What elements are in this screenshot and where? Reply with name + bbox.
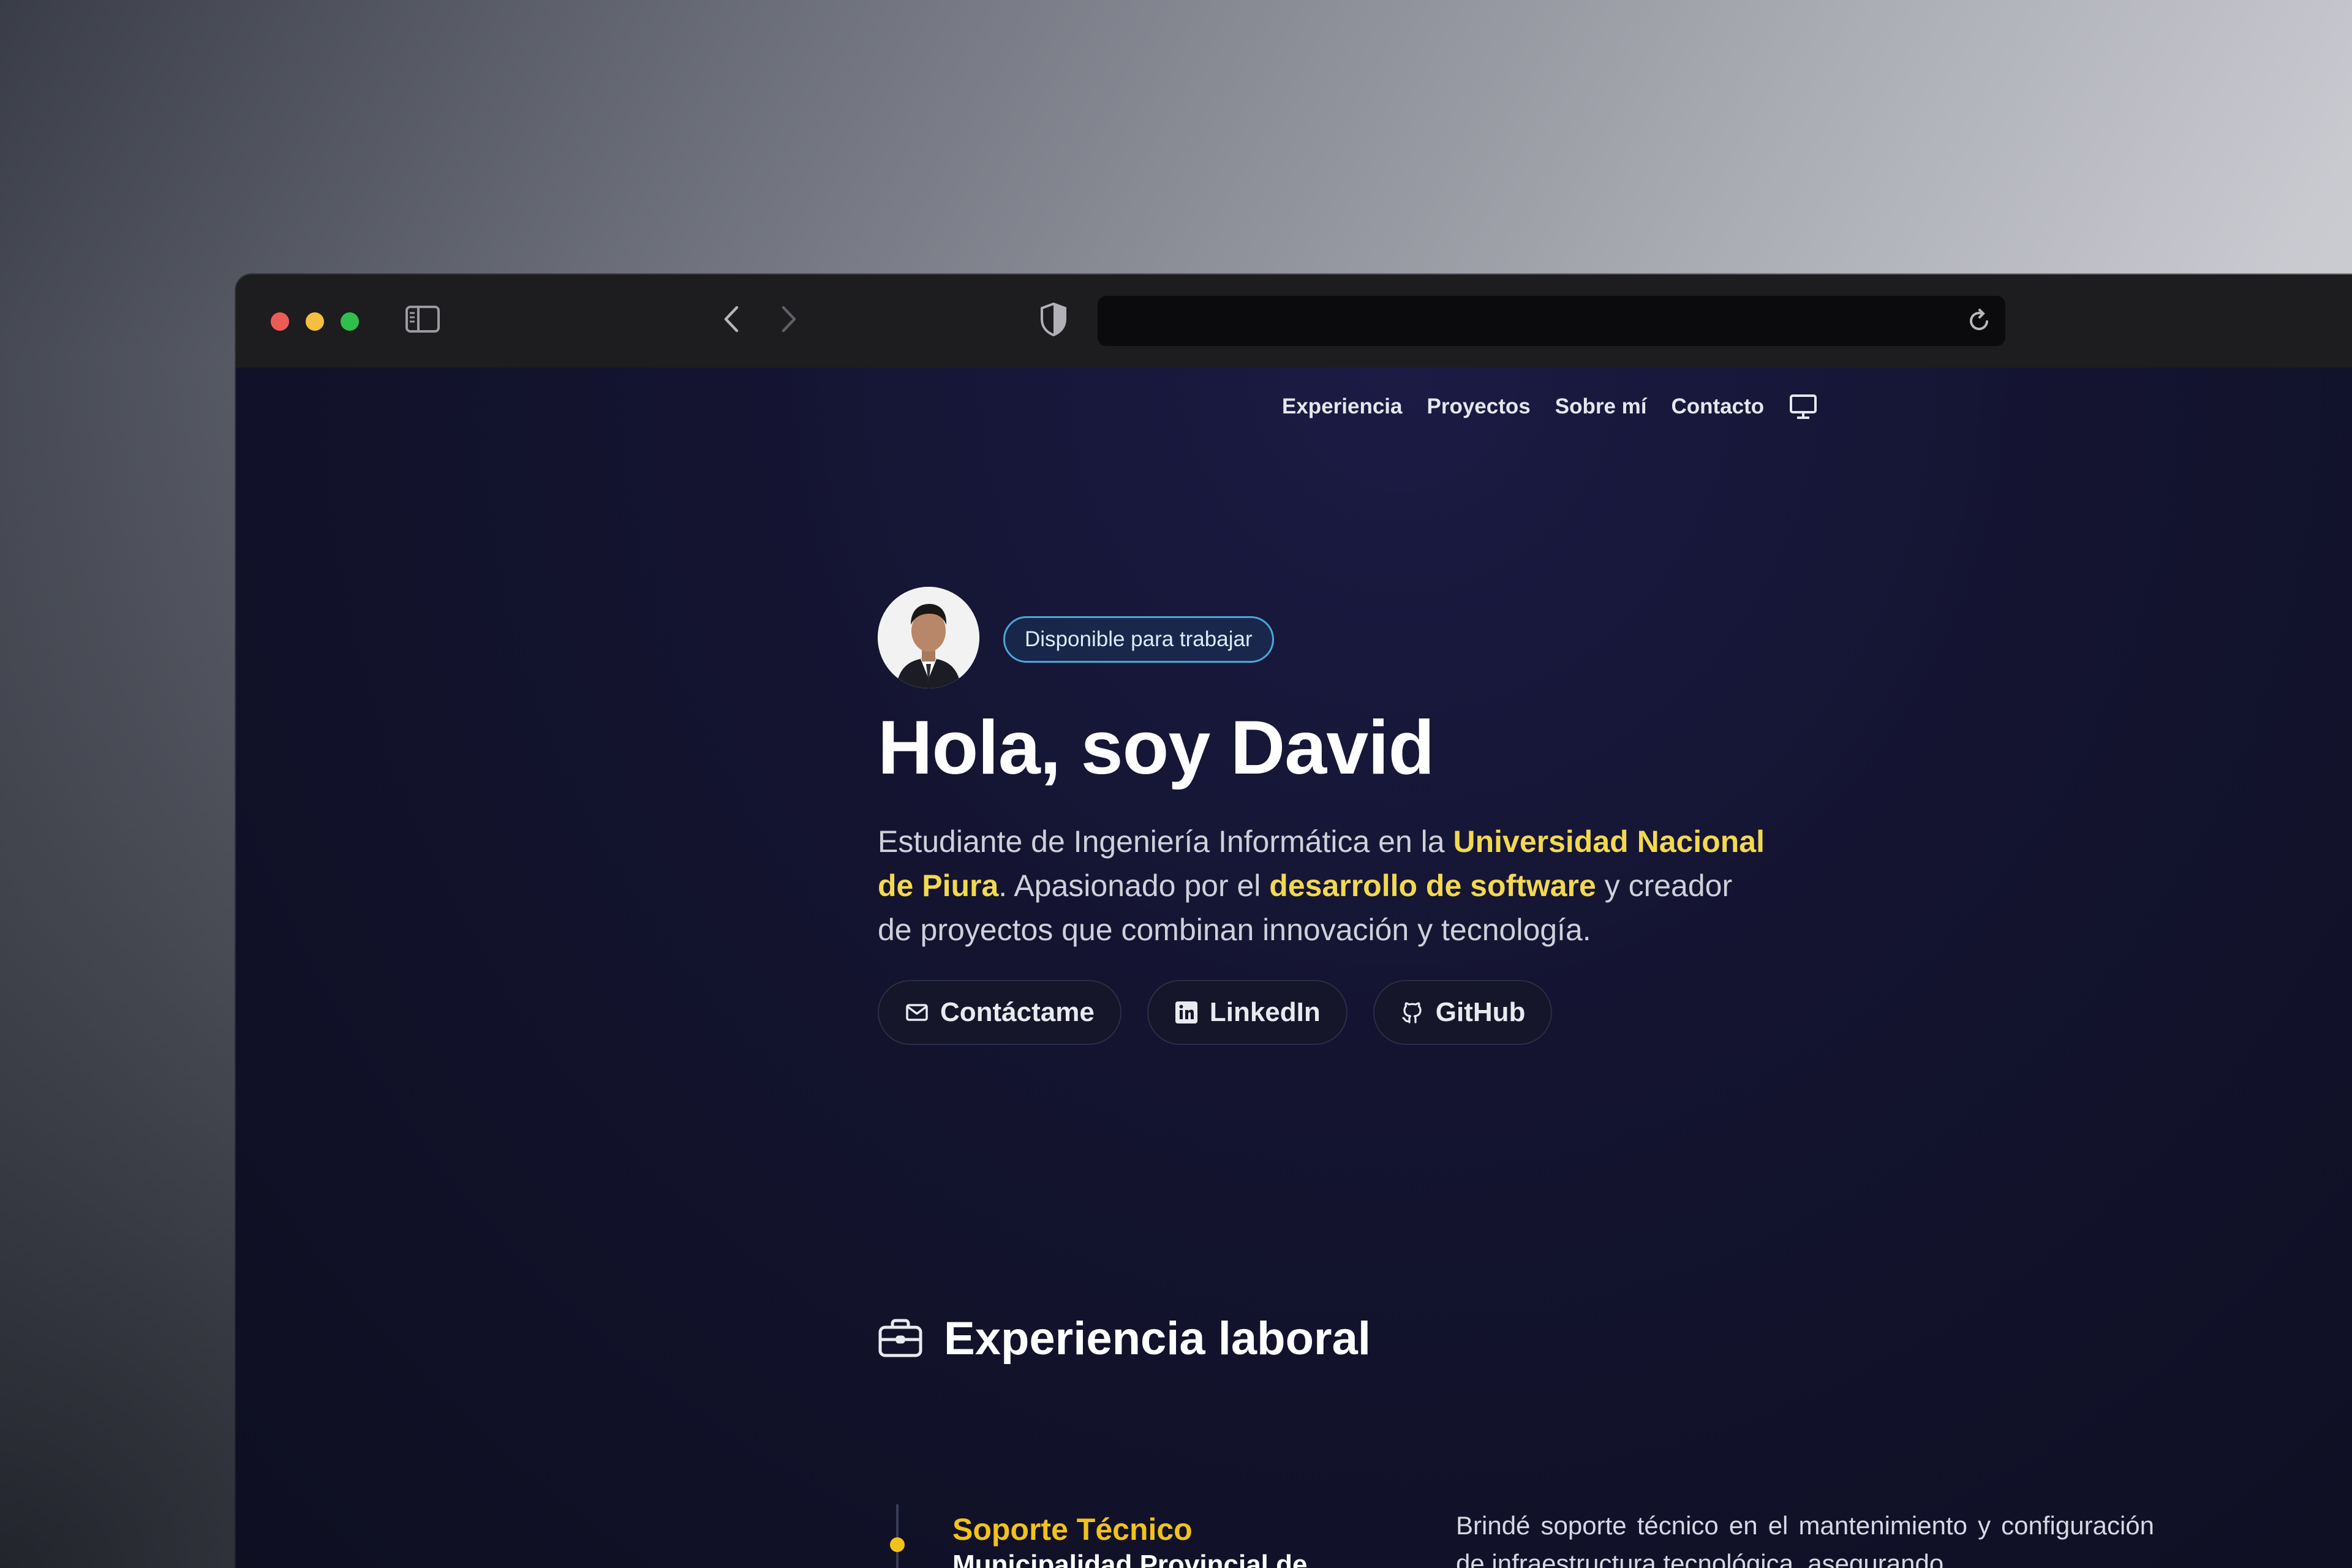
forward-icon[interactable]: [776, 304, 801, 334]
briefcase-icon: [878, 1319, 922, 1357]
monitor-icon[interactable]: [1789, 393, 1818, 420]
nav-item-contacto[interactable]: Contacto: [1672, 394, 1765, 419]
hero-title: Hola, soy David: [878, 706, 1434, 790]
intro-text-1: Estudiante de Ingeniería Informática en …: [878, 824, 1453, 859]
experience-heading-text: Experiencia laboral: [944, 1312, 1371, 1365]
minimize-window-button[interactable]: [306, 312, 324, 331]
job-title: Soporte Técnico: [952, 1512, 1193, 1547]
back-icon[interactable]: [720, 304, 744, 334]
timeline-dot: [890, 1537, 905, 1552]
address-bar[interactable]: [1098, 296, 2005, 346]
nav-item-proyectos[interactable]: Proyectos: [1427, 394, 1531, 419]
browser-toolbar: [236, 274, 2352, 368]
job-company: Municipalidad Provincial de: [952, 1550, 1308, 1568]
availability-badge: Disponible para trabajar: [1003, 616, 1274, 663]
linkedin-icon: [1175, 1001, 1197, 1023]
reload-icon[interactable]: [1967, 308, 1992, 334]
github-icon: [1402, 1002, 1422, 1023]
nav-item-sobre-mi[interactable]: Sobre mí: [1555, 394, 1647, 419]
job-description: Brindé soporte técnico en el mantenimien…: [1456, 1511, 2154, 1568]
github-button-label: GitHub: [1435, 997, 1526, 1027]
avatar: [878, 587, 979, 688]
linkedin-button-label: LinkedIn: [1209, 997, 1321, 1027]
contact-button[interactable]: Contáctame: [878, 980, 1121, 1045]
shield-icon[interactable]: [1039, 302, 1068, 336]
profile-photo: [878, 587, 979, 688]
github-button[interactable]: GitHub: [1373, 980, 1553, 1045]
mail-icon: [906, 1004, 928, 1021]
sidebar-icon[interactable]: [405, 305, 440, 333]
browser-window: Experiencia Proyectos Sobre mí Contacto …: [236, 274, 2352, 1568]
intro-text-2: . Apasionado por el: [998, 869, 1270, 903]
intro-highlight-software: desarrollo de software: [1269, 869, 1596, 903]
maximize-window-button[interactable]: [341, 312, 359, 331]
contact-button-label: Contáctame: [940, 997, 1095, 1027]
close-window-button[interactable]: [271, 312, 289, 331]
hero-actions: Contáctame LinkedIn GitHub: [878, 980, 1553, 1045]
top-nav: Experiencia Proyectos Sobre mí Contacto: [1282, 388, 1818, 425]
linkedin-button[interactable]: LinkedIn: [1147, 980, 1348, 1045]
portfolio-page: Experiencia Proyectos Sobre mí Contacto …: [236, 368, 2352, 1568]
hero-intro: Estudiante de Ingeniería Informática en …: [878, 820, 1772, 952]
nav-item-experiencia[interactable]: Experiencia: [1282, 394, 1403, 419]
experience-heading: Experiencia laboral: [878, 1311, 1371, 1366]
timeline-line: [896, 1504, 899, 1568]
